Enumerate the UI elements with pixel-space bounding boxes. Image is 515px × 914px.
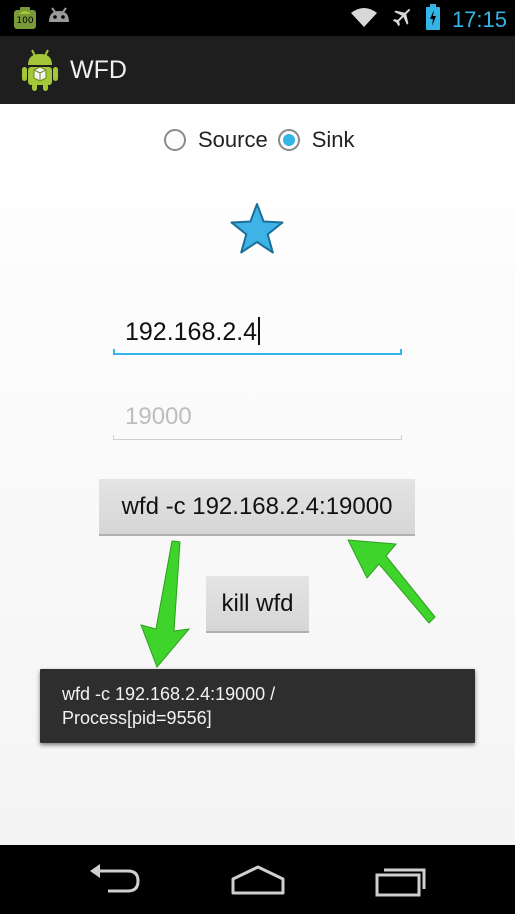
radio-source-button[interactable] (164, 129, 186, 151)
clock: 17:15 (451, 6, 507, 32)
airplane-icon (390, 5, 414, 34)
app-title: WFD (70, 56, 127, 84)
battery-100-notification-icon: 100 (12, 6, 38, 30)
action-bar: WFD (0, 36, 515, 105)
annotation-arrow-up-left-icon (345, 537, 440, 632)
port-input[interactable] (113, 396, 402, 438)
kill-wfd-button[interactable]: kill wfd (206, 576, 309, 633)
ip-address-value[interactable]: 192.168.2.4 (125, 317, 261, 347)
radio-sink-button[interactable] (277, 129, 300, 151)
wfd-connect-button[interactable]: wfd -c 192.168.2.4:19000 (99, 479, 415, 536)
navigation-bar (0, 845, 515, 914)
port-field[interactable] (113, 396, 402, 440)
recents-icon[interactable] (372, 863, 432, 897)
status-bar: 100 17:15 (0, 0, 515, 36)
radio-source[interactable]: Source (164, 127, 268, 153)
system-icons: 17:15 (350, 4, 507, 35)
ip-address-field[interactable]: 192.168.2.4 (113, 311, 402, 355)
mode-radio-group: Source Sink (164, 127, 365, 153)
radio-sink[interactable]: Sink (277, 127, 355, 153)
toast-line-2: Process[pid=9556] (62, 708, 212, 728)
ip-field-underline (113, 349, 402, 355)
toast-message: wfd -c 192.168.2.4:19000 / Process[pid=9… (40, 669, 475, 743)
port-field-underline (113, 435, 402, 440)
battery-icon (425, 4, 440, 35)
android-debug-icon (46, 6, 72, 33)
home-icon[interactable] (228, 863, 288, 897)
star-icon[interactable] (229, 202, 285, 256)
radio-source-label[interactable]: Source (198, 127, 268, 153)
wifi-icon (350, 6, 378, 33)
back-icon[interactable] (84, 863, 144, 897)
ip-address-text: 192.168.2.4 (125, 318, 258, 346)
text-cursor (258, 317, 261, 345)
annotation-arrow-down-icon (135, 539, 195, 674)
toast-line-1: wfd -c 192.168.2.4:19000 / (62, 684, 276, 704)
radio-sink-label[interactable]: Sink (312, 127, 355, 153)
notification-icons: 100 (12, 6, 72, 33)
android-app-icon[interactable] (20, 48, 60, 92)
main-content: Source Sink 192.168.2.4 wfd -c 192.168.2… (0, 104, 515, 845)
